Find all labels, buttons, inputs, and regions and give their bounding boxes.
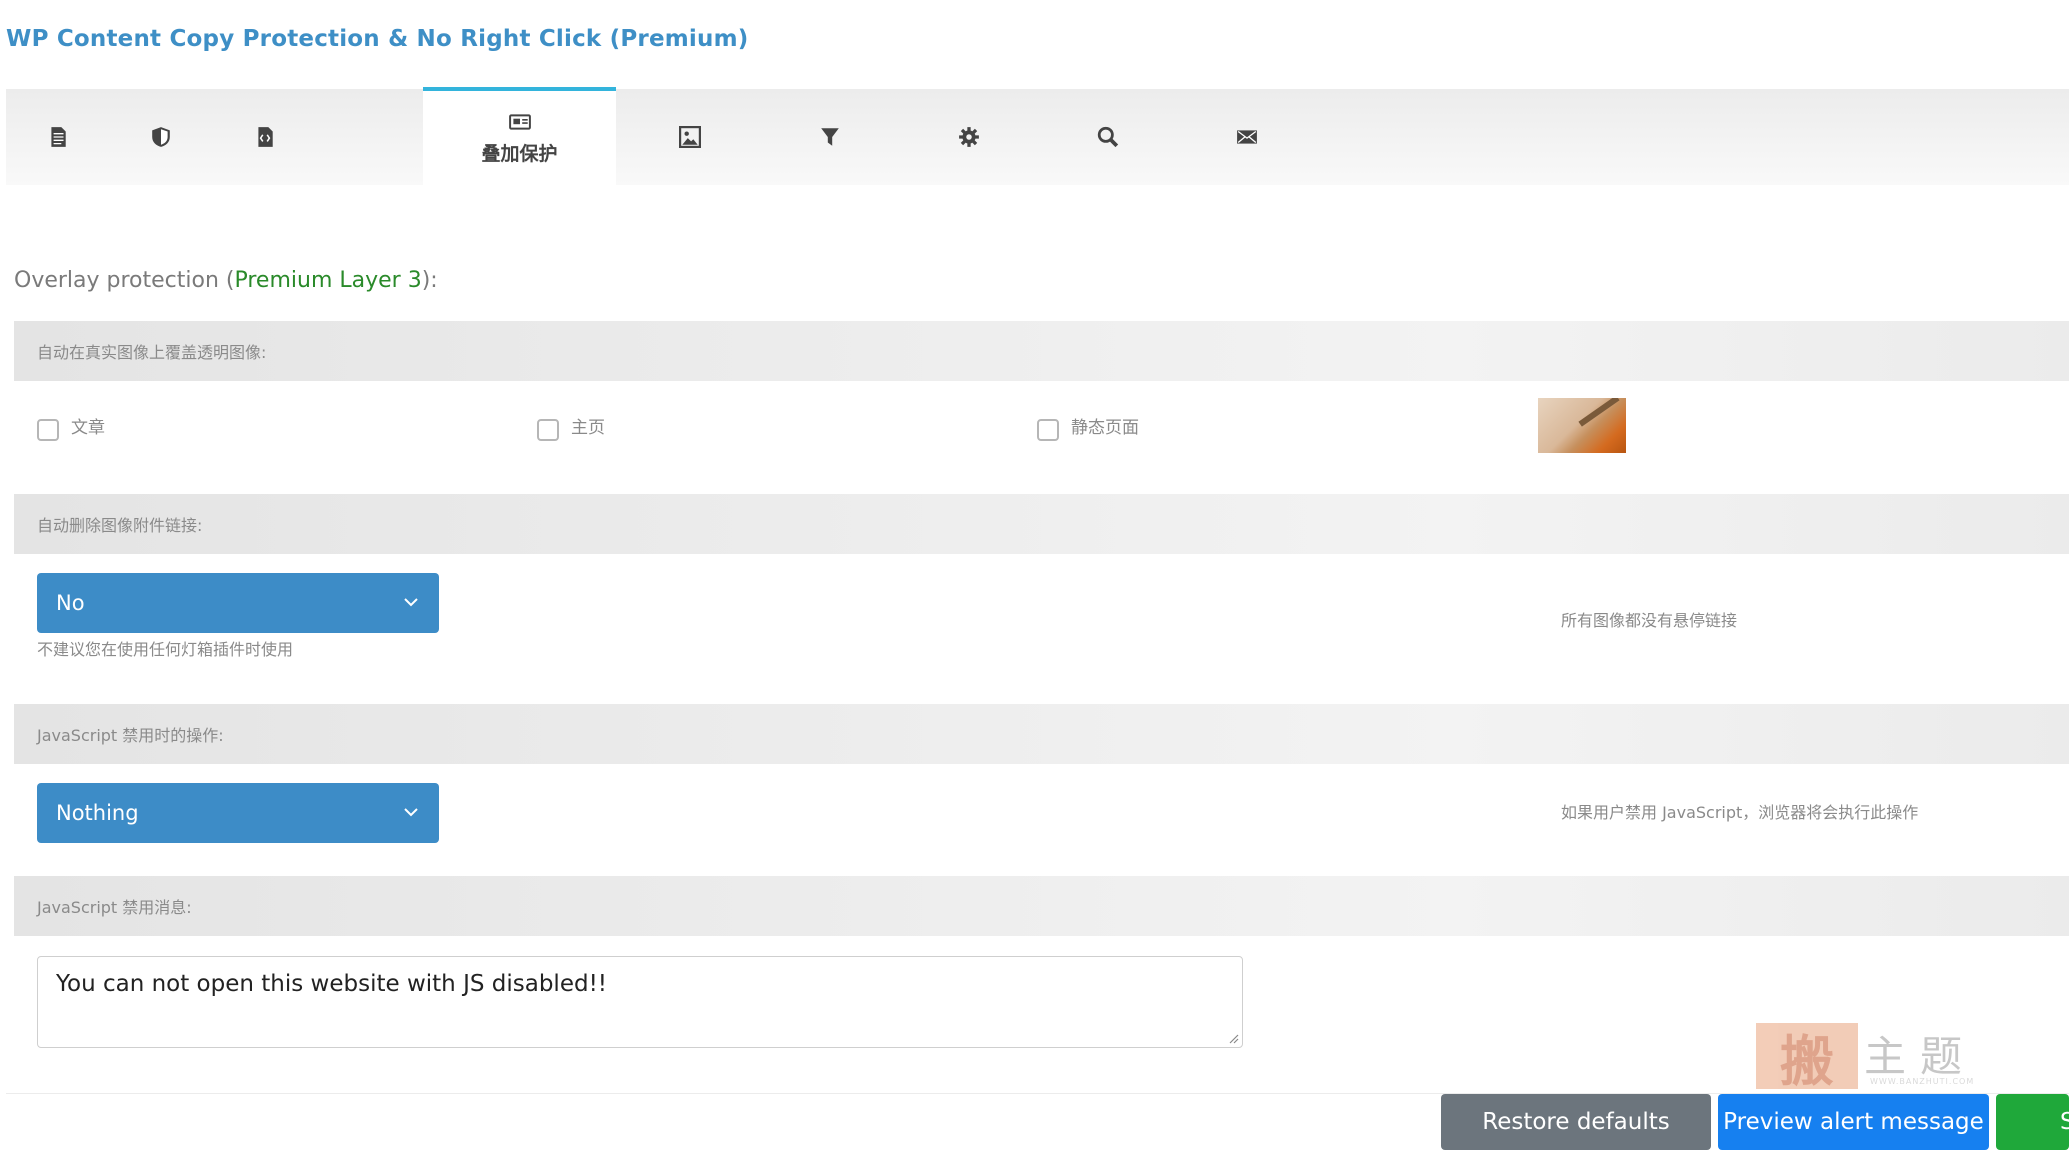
checkbox-pages-label: 静态页面 <box>1071 417 1139 438</box>
tab-images[interactable] <box>638 89 742 185</box>
js-action-hint: 如果用户禁用 JavaScript，浏览器将会执行此操作 <box>1561 803 1919 822</box>
js-message-textarea[interactable]: You can not open this website with JS di… <box>37 956 1243 1048</box>
attachment-links-selected: No <box>56 591 85 615</box>
envelope-icon <box>1237 130 1257 144</box>
gear-icon <box>959 127 979 147</box>
attachment-links-note: 不建议您在使用任何灯箱插件时使用 <box>37 640 294 659</box>
tab-bar: 叠加保护 <box>6 87 2069 185</box>
checkbox-posts-box[interactable] <box>37 419 59 441</box>
js-message-value: You can not open this website with JS di… <box>56 971 608 997</box>
chevron-down-icon <box>404 808 418 817</box>
overlay-heading: 自动在真实图像上覆盖透明图像: <box>14 321 2069 381</box>
tab-general[interactable] <box>6 89 109 185</box>
checkbox-posts[interactable]: 文章 <box>37 409 105 441</box>
premium-layer-label: Premium Layer 3 <box>234 268 422 293</box>
watermark-logo: 搬 主题 WWW.BANZHUTI.COM <box>1756 1023 1986 1093</box>
attachment-links-select[interactable]: No <box>37 573 439 633</box>
tab-overlay[interactable]: 叠加保护 <box>423 87 616 185</box>
document-icon <box>50 127 66 147</box>
overlay-preview-image <box>1538 398 1626 453</box>
page-title: WP Content Copy Protection & No Right Cl… <box>6 26 749 52</box>
checkbox-home-box[interactable] <box>537 419 559 441</box>
tab-overlay-label: 叠加保护 <box>481 142 558 165</box>
tab-filter[interactable] <box>778 89 882 185</box>
attachment-links-heading: 自动删除图像附件链接: <box>14 494 2069 554</box>
section-title: Overlay protection (Premium Layer 3): <box>14 268 438 293</box>
tab-code[interactable] <box>213 89 316 185</box>
tab-email[interactable] <box>1195 89 1299 185</box>
filter-icon <box>821 128 839 146</box>
checkbox-home[interactable]: 主页 <box>537 409 605 441</box>
js-action-selected: Nothing <box>56 801 139 825</box>
checkbox-pages-box[interactable] <box>1037 419 1059 441</box>
search-icon <box>1097 126 1119 148</box>
js-message-heading: JavaScript 禁用消息: <box>14 876 2069 936</box>
js-action-select[interactable]: Nothing <box>37 783 439 843</box>
save-button[interactable]: S <box>1996 1094 2069 1150</box>
watermark-text: 主题 <box>1864 1032 1977 1081</box>
tab-protection[interactable] <box>109 89 213 185</box>
chevron-down-icon <box>404 598 418 607</box>
picture-icon <box>679 126 701 148</box>
checkbox-pages[interactable]: 静态页面 <box>1037 409 1139 441</box>
tab-search[interactable] <box>1056 89 1160 185</box>
overlay-image-icon <box>508 113 531 130</box>
preview-alert-button[interactable]: Preview alert message <box>1718 1094 1989 1150</box>
watermark-glyph: 搬 <box>1756 1023 1858 1093</box>
checkbox-home-label: 主页 <box>571 417 605 438</box>
checkbox-posts-label: 文章 <box>71 417 105 438</box>
watermark-url: WWW.BANZHUTI.COM <box>1870 1077 1975 1086</box>
resize-grip-icon[interactable] <box>1227 1032 1239 1044</box>
attachment-links-hint: 所有图像都没有悬停链接 <box>1561 611 1738 630</box>
js-action-heading: JavaScript 禁用时的操作: <box>14 704 2069 764</box>
tab-settings[interactable] <box>917 89 1021 185</box>
restore-defaults-button[interactable]: Restore defaults <box>1441 1094 1711 1150</box>
code-file-icon <box>257 127 273 147</box>
shield-icon <box>152 127 170 147</box>
